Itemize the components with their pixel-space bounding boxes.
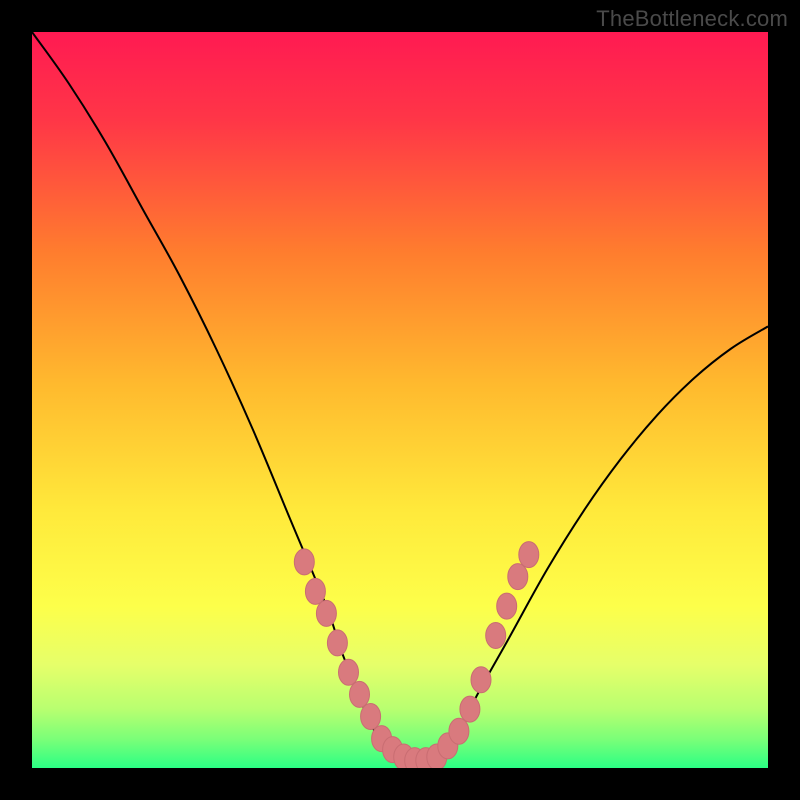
watermark-text: TheBottleneck.com [596,6,788,32]
curve-marker [327,630,347,656]
curve-marker [305,578,325,604]
curve-marker [460,696,480,722]
curve-marker [519,542,539,568]
curve-marker [508,564,528,590]
curve-marker [350,681,370,707]
curve-marker [361,704,381,730]
curve-marker [316,600,336,626]
curve-marker [471,667,491,693]
chart-svg [32,32,768,768]
gradient-background [32,32,768,768]
curve-marker [486,623,506,649]
curve-marker [294,549,314,575]
chart-frame: TheBottleneck.com [0,0,800,800]
curve-marker [339,659,359,685]
curve-marker [449,718,469,744]
plot-area [32,32,768,768]
curve-marker [497,593,517,619]
